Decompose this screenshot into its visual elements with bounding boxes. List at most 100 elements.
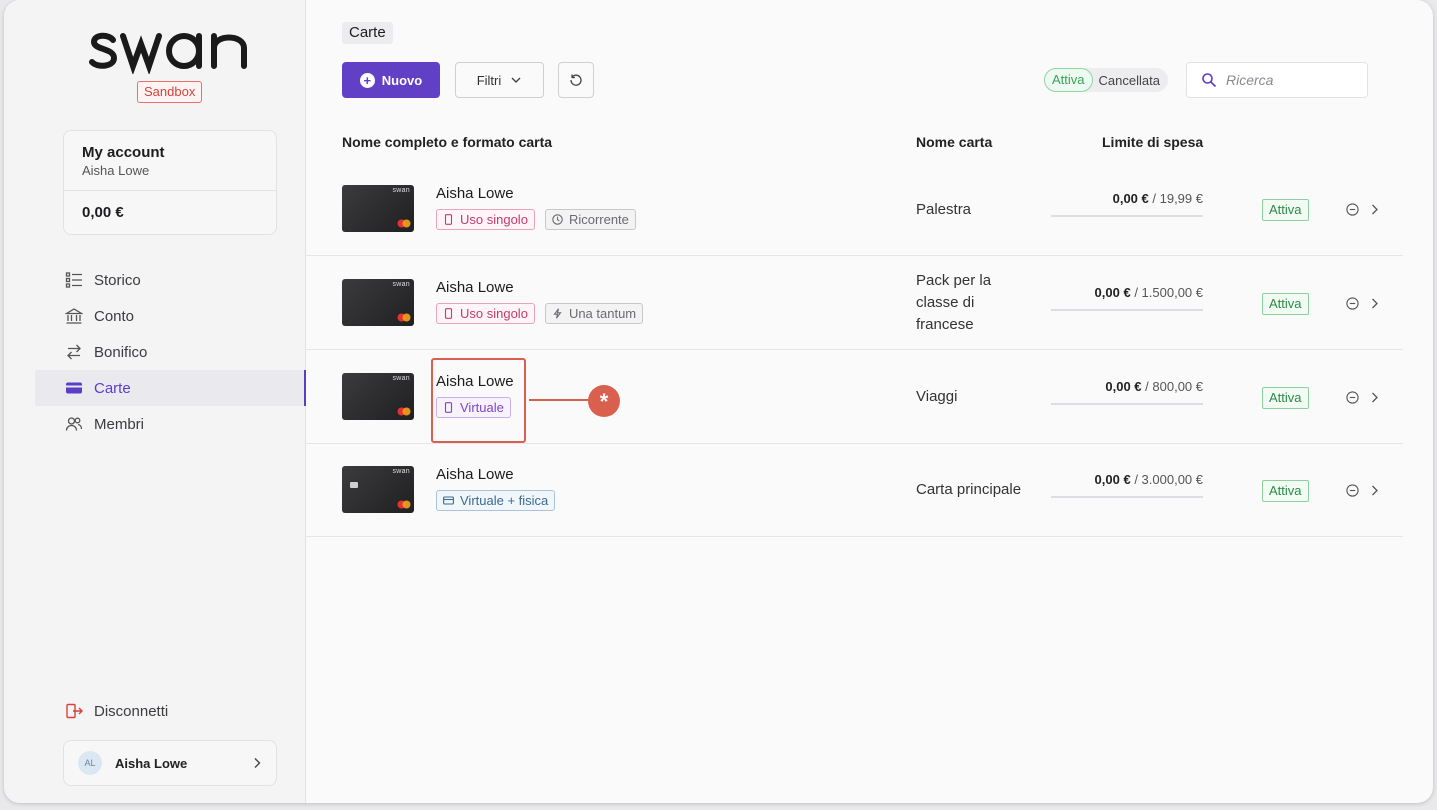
card-outline-icon bbox=[443, 496, 454, 505]
sidebar-item-conto[interactable]: Conto bbox=[35, 298, 306, 334]
limit-amount: / 1.500,00 € bbox=[1134, 285, 1203, 300]
account-holder: Aisha Lowe bbox=[82, 163, 150, 178]
swan-logo bbox=[89, 32, 247, 74]
chevron-right-icon[interactable] bbox=[1368, 484, 1381, 497]
card-icon bbox=[65, 379, 83, 397]
lightning-icon bbox=[553, 308, 562, 319]
annotation-highlight bbox=[431, 358, 526, 443]
card-tags: Virtuale + fisica bbox=[436, 490, 556, 511]
sidebar: Sandbox My account Aisha Lowe 0,00 € Sto… bbox=[4, 0, 306, 803]
main-content: Carte + Nuovo Filtri Attiva Cancellata N… bbox=[306, 0, 1433, 803]
sidebar-item-label: Storico bbox=[94, 271, 141, 289]
annotation-marker: * bbox=[588, 385, 620, 417]
tag-label: Uso singolo bbox=[460, 306, 528, 321]
limit-amount: / 800,00 € bbox=[1145, 379, 1203, 394]
filter-button[interactable]: Filtri bbox=[455, 62, 544, 98]
mastercard-icon bbox=[397, 407, 411, 416]
account-balance: 0,00 € bbox=[82, 204, 124, 221]
avatar: AL bbox=[78, 751, 102, 775]
card-thumbnail: swan bbox=[342, 279, 414, 326]
cancel-icon[interactable] bbox=[1346, 391, 1359, 404]
account-title: My account bbox=[82, 144, 165, 161]
cancel-icon[interactable] bbox=[1346, 297, 1359, 310]
card-thumbnail: swan bbox=[342, 373, 414, 420]
sidebar-item-label: Carte bbox=[94, 379, 131, 397]
clock-icon bbox=[552, 214, 563, 225]
row-actions bbox=[1346, 297, 1381, 310]
card-brand: swan bbox=[392, 187, 410, 194]
spending-limit: 0,00 € / 3.000,00 € bbox=[1051, 472, 1203, 498]
logout-button[interactable]: Disconnetti bbox=[65, 702, 168, 720]
table-row[interactable]: swan Aisha Lowe Uso singolo Ricorrente P… bbox=[306, 163, 1403, 256]
card-tags: Uso singolo Una tantum bbox=[436, 303, 644, 324]
chevron-right-icon[interactable] bbox=[1368, 203, 1381, 216]
table-row[interactable]: swan Aisha Lowe Virtuale + fisica Carta … bbox=[306, 444, 1403, 537]
spending-limit: 0,00 € / 1.500,00 € bbox=[1051, 285, 1203, 311]
card-thumbnail: swan bbox=[342, 466, 414, 513]
filter-label: Filtri bbox=[476, 72, 502, 88]
card-name: Viaggi bbox=[916, 388, 958, 405]
status-badge: Attiva bbox=[1262, 387, 1309, 409]
card-brand: swan bbox=[392, 468, 410, 475]
card-chip bbox=[350, 482, 358, 488]
chevron-right-icon[interactable] bbox=[1368, 297, 1381, 310]
app-window: Sandbox My account Aisha Lowe 0,00 € Sto… bbox=[4, 0, 1433, 803]
row-actions bbox=[1346, 391, 1381, 404]
card-tags: Uso singolo Ricorrente bbox=[436, 209, 636, 230]
members-icon bbox=[65, 415, 83, 433]
logout-icon bbox=[66, 703, 83, 719]
toggle-cancelled[interactable]: Cancellata bbox=[1099, 73, 1160, 88]
new-card-button[interactable]: + Nuovo bbox=[342, 62, 440, 98]
tag-label: Una tantum bbox=[568, 306, 637, 321]
search-box[interactable] bbox=[1186, 62, 1368, 98]
limit-amount: / 3.000,00 € bbox=[1134, 472, 1203, 487]
chevron-right-icon[interactable] bbox=[1368, 391, 1381, 404]
status-toggle[interactable]: Attiva Cancellata bbox=[1044, 68, 1168, 92]
phone-icon bbox=[444, 308, 453, 319]
transfer-icon bbox=[65, 343, 83, 361]
status-badge: Attiva bbox=[1262, 480, 1309, 502]
spent-amount: 0,00 € bbox=[1094, 472, 1131, 487]
new-card-label: Nuovo bbox=[381, 72, 423, 88]
sidebar-item-carte[interactable]: Carte bbox=[35, 370, 306, 406]
user-menu[interactable]: AL Aisha Lowe bbox=[63, 740, 277, 786]
table-row[interactable]: swan Aisha Lowe Uso singolo Una tantum P… bbox=[306, 257, 1403, 350]
tag-virtual-physical: Virtuale + fisica bbox=[436, 490, 556, 511]
tag-single-use: Uso singolo bbox=[436, 209, 535, 230]
sidebar-item-bonifico[interactable]: Bonifico bbox=[35, 334, 306, 370]
tag-single-use: Uso singolo bbox=[436, 303, 535, 324]
search-input[interactable] bbox=[1226, 72, 1356, 88]
card-name: Carta principale bbox=[916, 481, 1022, 498]
card-name: Palestra bbox=[916, 201, 972, 218]
status-badge: Attiva bbox=[1262, 199, 1309, 221]
plus-icon: + bbox=[359, 72, 375, 88]
cancel-icon[interactable] bbox=[1346, 203, 1359, 216]
sandbox-badge: Sandbox bbox=[137, 81, 203, 103]
tag-label: Ricorrente bbox=[568, 212, 629, 227]
sidebar-item-membri[interactable]: Membri bbox=[35, 406, 306, 442]
card-holder: Aisha Lowe bbox=[436, 185, 514, 202]
sidebar-item-label: Conto bbox=[94, 307, 135, 325]
tag-label: Virtuale + fisica bbox=[460, 493, 549, 508]
search-icon bbox=[1202, 73, 1217, 88]
card-brand: swan bbox=[392, 281, 410, 288]
chevron-down-icon bbox=[511, 77, 521, 83]
toggle-active[interactable]: Attiva bbox=[1044, 68, 1093, 92]
row-actions bbox=[1346, 203, 1381, 216]
account-card[interactable]: My account Aisha Lowe 0,00 € bbox=[63, 130, 277, 235]
sidebar-item-storico[interactable]: Storico bbox=[35, 262, 306, 298]
annotation-line bbox=[529, 399, 589, 401]
status-badge: Attiva bbox=[1262, 293, 1309, 315]
card-holder: Aisha Lowe bbox=[436, 466, 514, 483]
bank-icon bbox=[65, 307, 83, 325]
mastercard-icon bbox=[397, 500, 411, 509]
tag-label: Uso singolo bbox=[460, 212, 528, 227]
refresh-button[interactable] bbox=[558, 62, 594, 98]
spending-limit: 0,00 € / 800,00 € bbox=[1051, 379, 1203, 405]
column-header-card-name: Nome carta bbox=[916, 134, 993, 150]
card-holder: Aisha Lowe bbox=[436, 279, 514, 296]
card-brand: swan bbox=[392, 375, 410, 382]
sidebar-item-label: Membri bbox=[94, 415, 145, 433]
spent-amount: 0,00 € bbox=[1105, 379, 1142, 394]
cancel-icon[interactable] bbox=[1346, 484, 1359, 497]
